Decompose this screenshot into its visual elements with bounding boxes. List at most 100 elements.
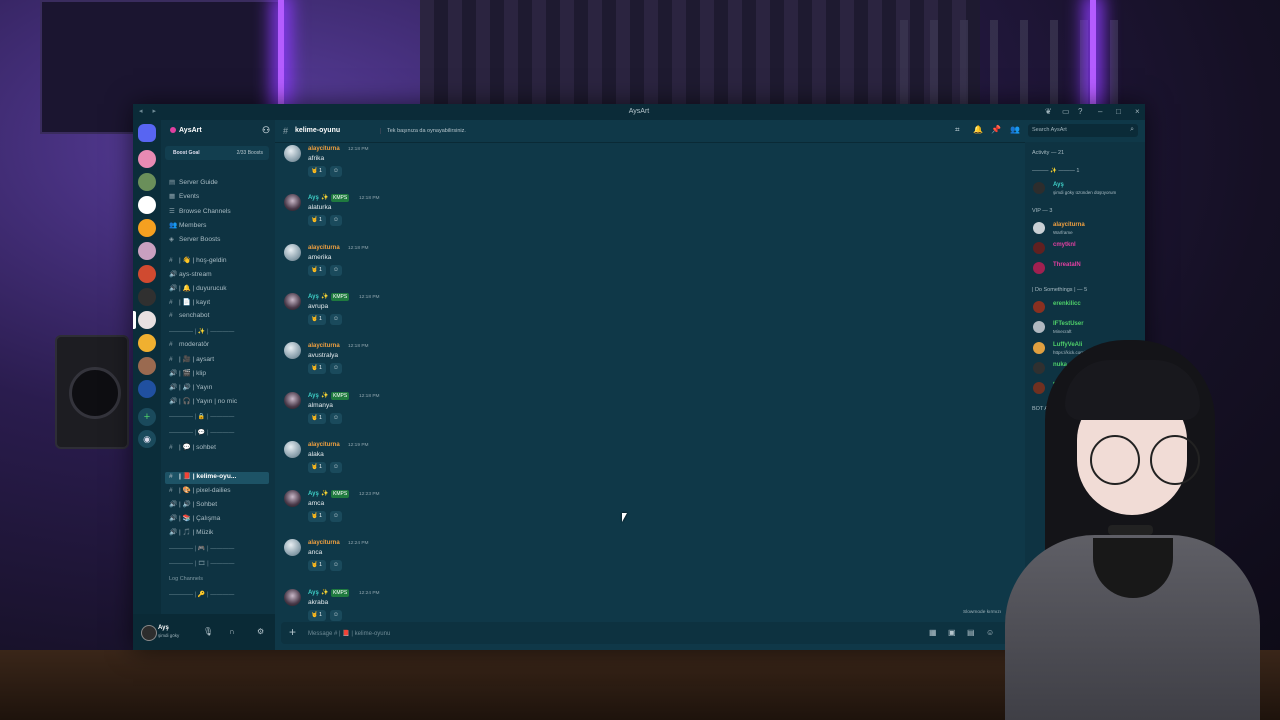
bell-icon[interactable]: 🔔 <box>973 125 983 134</box>
member-item[interactable]: cmytknl <box>1031 240 1143 258</box>
add-reaction-icon[interactable]: ☺ <box>330 215 342 227</box>
gif-icon[interactable]: ▣ <box>948 628 956 637</box>
reaction-chip[interactable]: 🤘 1 <box>308 363 326 375</box>
message-author[interactable]: Ayş <box>308 393 319 399</box>
author-avatar[interactable] <box>284 440 301 458</box>
add-reaction-icon[interactable]: ☺ <box>330 609 342 621</box>
chat-message[interactable]: alayciturna 12:24 PM anca 🤘 1 ☺ <box>275 536 1015 585</box>
reaction-chip[interactable]: 🤘 1 <box>308 412 326 424</box>
channel-item[interactable]: # | 💬 | sohbet <box>169 443 216 455</box>
author-avatar[interactable] <box>284 342 301 360</box>
pin-icon[interactable]: 📌 <box>991 125 1001 134</box>
author-avatar[interactable] <box>284 490 301 508</box>
server-icon[interactable] <box>138 380 156 398</box>
add-reaction-icon[interactable]: ☺ <box>330 313 342 325</box>
channel-item[interactable]: 🔊 | 🎬 | klip <box>169 369 206 381</box>
chat-message[interactable]: Ayş ✨ KMPS 12:23 PM amca 🤘 1 ☺ <box>275 487 1015 536</box>
inbox-icon[interactable]: ▭ <box>1062 107 1070 116</box>
maximize-icon[interactable]: □ <box>1116 107 1121 116</box>
server-icon[interactable] <box>138 219 156 237</box>
message-author[interactable]: alayciturna <box>308 245 340 251</box>
chat-message[interactable]: alayciturna 12:18 PM amerika 🤘 1 ☺ <box>275 241 1015 290</box>
boost-goal[interactable]: Boost Goal 2/33 Boosts <box>165 146 269 160</box>
add-server-icon[interactable]: + <box>138 408 156 426</box>
server-icon[interactable] <box>138 173 156 191</box>
message-author[interactable]: alayciturna <box>308 343 340 349</box>
channel-item[interactable]: # senchabot <box>169 312 209 324</box>
message-input[interactable]: Message # | 📕 | kelime-oyunu <box>308 630 390 637</box>
author-avatar[interactable] <box>284 391 301 409</box>
server-header[interactable]: AysArt ⚇ <box>161 120 275 142</box>
author-avatar[interactable] <box>284 588 301 606</box>
category-label[interactable]: Log Channels <box>169 576 203 582</box>
server-icon-aysart[interactable] <box>138 311 156 329</box>
attach-plus-icon[interactable]: + <box>289 625 296 639</box>
help-icon[interactable]: ? <box>1078 107 1082 116</box>
nav-item[interactable]: ☰ Browse Channels <box>169 207 231 219</box>
channel-item[interactable]: 🔊 | 🔊 | Sohbet <box>169 500 217 512</box>
message-author[interactable]: alayciturna <box>308 442 340 448</box>
gear-icon[interactable]: ⚙ <box>257 627 264 636</box>
channel-item[interactable]: # | 🎨 | pixel-dailies <box>169 486 231 498</box>
channel-topic[interactable]: Tek başınıza da oynayabilirsiniz. <box>380 128 466 134</box>
author-avatar[interactable] <box>284 292 301 310</box>
channel-item[interactable]: 🔊 | 🔊 | Yayın <box>169 383 212 395</box>
server-icon[interactable] <box>138 150 156 168</box>
channel-item[interactable]: 🔊 | 🎧 | Yayın | no mic <box>169 397 237 409</box>
nav-item[interactable]: ▦ Events <box>169 192 199 204</box>
add-reaction-icon[interactable]: ☺ <box>330 560 342 572</box>
channel-item[interactable]: 🔊 | 🎵 | Müzik <box>169 528 213 540</box>
message-author[interactable]: Ayş <box>308 294 319 300</box>
add-reaction-icon[interactable]: ☺ <box>330 363 342 375</box>
message-author[interactable]: Ayş <box>308 590 319 596</box>
channel-item[interactable]: # | 🎥 | aysart <box>169 355 214 367</box>
nav-item[interactable]: ◈ Server Boosts <box>169 235 220 247</box>
gift-icon[interactable]: ▦ <box>929 628 937 637</box>
message-author[interactable]: alayciturna <box>308 146 340 152</box>
author-avatar[interactable] <box>284 539 301 557</box>
channel-item[interactable]: # | 📄 | kayıt <box>169 298 210 310</box>
server-icon[interactable] <box>138 288 156 306</box>
channel-item[interactable]: 🔊 | 📚 | Çalışma <box>169 514 220 526</box>
category-divider[interactable]: ———— | 🎮 | ———— <box>169 545 234 552</box>
invite-icon[interactable]: ⚇ <box>262 125 270 136</box>
message-author[interactable]: Ayş <box>308 195 319 201</box>
category-divider[interactable]: ———— | 🔑 | ———— <box>169 591 234 598</box>
add-reaction-icon[interactable]: ☺ <box>330 461 342 473</box>
members-icon[interactable]: 👥 <box>1010 125 1020 134</box>
chat-message[interactable]: alayciturna 12:18 PM afrika 🤘 1 ☺ <box>275 142 1015 191</box>
member-item[interactable]: erenkilicc <box>1031 299 1143 317</box>
member-item[interactable]: ThreatalN <box>1031 260 1143 278</box>
nav-item[interactable]: 👥 Members <box>169 221 206 233</box>
reaction-chip[interactable]: 🤘 1 <box>308 215 326 227</box>
message-author[interactable]: Ayş <box>308 491 319 497</box>
category-divider[interactable]: ———— | 💬 | ———— <box>169 429 234 436</box>
reaction-chip[interactable]: 🤘 1 <box>308 511 326 523</box>
close-icon[interactable]: × <box>1135 107 1140 116</box>
chat-message[interactable]: Ayş ✨ KMPS 12:18 PM avrupa 🤘 1 ☺ <box>275 290 1015 339</box>
chat-message[interactable]: Ayş ✨ KMPS 12:18 PM alaturka 🤘 1 ☺ <box>275 191 1015 240</box>
channel-item[interactable]: 🔊 ays-stream <box>169 270 212 282</box>
category-divider[interactable]: ———— | ✨ | ———— <box>169 328 234 335</box>
headphones-icon[interactable]: ∩ <box>229 627 235 636</box>
reaction-chip[interactable]: 🤘 1 <box>308 609 326 621</box>
reaction-chip[interactable]: 🤘 1 <box>308 166 326 177</box>
server-icon[interactable] <box>138 196 156 214</box>
add-reaction-icon[interactable]: ☺ <box>330 412 342 424</box>
activity-header[interactable]: Activity — 21 <box>1032 150 1064 156</box>
reaction-chip[interactable]: 🤘 1 <box>308 264 326 276</box>
user-avatar[interactable] <box>141 625 157 641</box>
mic-icon[interactable]: 🎙 <box>203 627 213 636</box>
server-icon[interactable] <box>138 334 156 352</box>
member-item[interactable]: alayciturna Warframe <box>1031 220 1143 238</box>
channel-item[interactable]: 🔊 | 🔔 | duyurucuk <box>169 284 227 296</box>
member-item[interactable]: Ayş şimdi göky üzünden düşüyorum <box>1031 180 1143 198</box>
chat-message[interactable]: alayciturna 12:18 PM avustralya 🤘 1 ☺ <box>275 339 1015 388</box>
add-reaction-icon[interactable]: ☺ <box>330 166 342 177</box>
message-composer[interactable]: + Message # | 📕 | kelime-oyunu ▦ ▣ ▤ ☺ ⊞ <box>281 622 1017 644</box>
reaction-chip[interactable]: 🤘 1 <box>308 461 326 473</box>
leaf-icon[interactable]: ❦ <box>1045 107 1052 116</box>
minimize-icon[interactable]: – <box>1098 107 1102 116</box>
discord-home-icon[interactable] <box>138 124 156 142</box>
nav-item[interactable]: ▤ Server Guide <box>169 178 218 190</box>
